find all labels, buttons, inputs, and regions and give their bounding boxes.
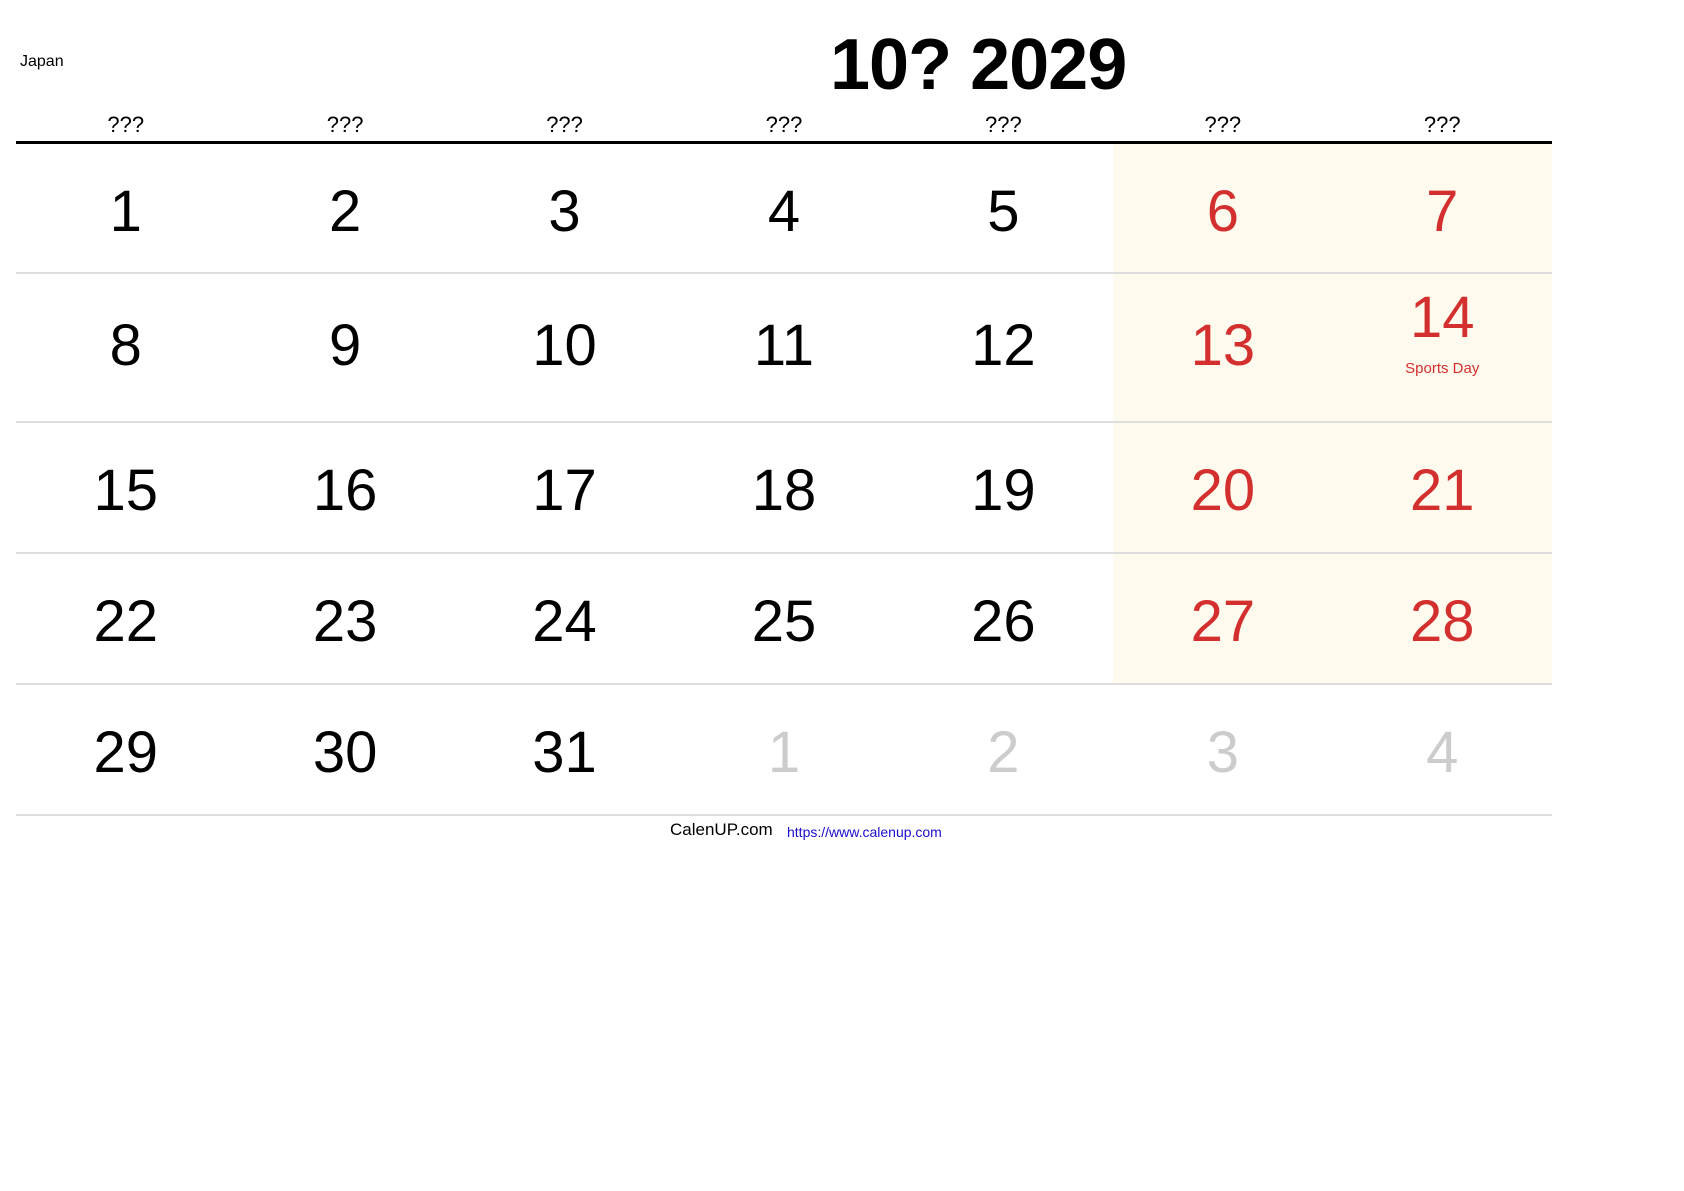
day-cell-other-month: 3 (1113, 685, 1332, 814)
day-number: 17 (532, 458, 597, 523)
calendar-grid: 1 2 3 4 5 6 7 8 9 10 11 12 13 14 Sports Day 15 16 17 18 19 2… (16, 144, 1552, 816)
weekday-label: ??? (326, 112, 364, 137)
day-cell: 17 (455, 423, 674, 552)
day-number: 27 (1190, 589, 1256, 654)
week-row: 1 2 3 4 5 6 7 (16, 144, 1552, 274)
day-cell: 5 (894, 144, 1113, 272)
day-number: 13 (1190, 313, 1256, 378)
day-cell: 4 (674, 144, 893, 272)
day-cell: 25 (674, 554, 893, 683)
day-number: 9 (329, 313, 362, 378)
day-cell: 24 (455, 554, 674, 683)
weekday-label: ??? (107, 112, 145, 137)
day-cell: 11 (674, 274, 893, 421)
day-number: 8 (109, 313, 142, 378)
day-number: 30 (312, 720, 378, 785)
day-number: 12 (971, 313, 1036, 378)
day-number: 5 (987, 179, 1020, 244)
weekday-label: ??? (1204, 112, 1242, 137)
day-cell: 18 (674, 423, 893, 552)
day-cell: 16 (235, 423, 454, 552)
day-number: 21 (1409, 458, 1475, 523)
week-row: 22 23 24 25 26 27 28 (16, 554, 1552, 685)
day-cell-other-month: 1 (674, 685, 893, 814)
day-cell: 1 (16, 144, 235, 272)
day-cell: 26 (894, 554, 1113, 683)
day-number: 7 (1426, 179, 1459, 244)
day-cell-weekend: 20 (1113, 423, 1333, 552)
week-row: 8 9 10 11 12 13 14 Sports Day (16, 274, 1552, 423)
day-number: 1 (767, 720, 801, 785)
holiday-name: Sports Day (1405, 360, 1480, 377)
day-number: 20 (1190, 458, 1256, 523)
day-cell-other-month: 4 (1333, 685, 1552, 814)
weekday-label: ??? (765, 112, 803, 137)
day-cell-weekend: 27 (1113, 554, 1333, 683)
day-number: 11 (753, 313, 815, 378)
day-number: 29 (93, 720, 158, 785)
day-cell-other-month: 2 (894, 685, 1113, 814)
weekday-label: ??? (985, 112, 1022, 137)
day-cell: 23 (235, 554, 454, 683)
day-number: 22 (93, 589, 158, 654)
day-number: 16 (312, 458, 378, 523)
day-cell: 15 (16, 423, 235, 552)
weekday-label: ??? (1423, 112, 1461, 137)
day-cell: 30 (235, 685, 454, 814)
day-cell-weekend: 6 (1113, 144, 1333, 272)
weekday-label: ??? (546, 112, 583, 137)
weekday-header: ??? ??? ??? ??? ??? ??? ??? (16, 111, 1552, 141)
day-number: 15 (93, 458, 158, 523)
day-number: 19 (971, 458, 1036, 523)
day-cell: 19 (894, 423, 1113, 552)
day-cell: 8 (16, 274, 235, 421)
day-number: 10 (532, 313, 597, 378)
day-number: 3 (548, 179, 581, 244)
day-cell: 10 (455, 274, 674, 421)
day-number: 26 (971, 589, 1036, 654)
day-number: 28 (1409, 589, 1475, 654)
day-number: 4 (1426, 720, 1459, 785)
day-number: 14 (1409, 285, 1475, 350)
day-number: 31 (532, 720, 597, 785)
day-number: 2 (329, 179, 362, 244)
day-cell: 22 (16, 554, 235, 683)
footer-brand: CalenUP.com (670, 820, 773, 839)
day-cell-weekend: 28 (1332, 554, 1552, 683)
day-number: 6 (1206, 179, 1239, 244)
month-title: 10? 2029 (830, 25, 1127, 105)
day-number: 18 (751, 458, 817, 523)
day-cell: 3 (455, 144, 674, 272)
day-cell-holiday: 14 Sports Day (1332, 274, 1552, 421)
day-number: 4 (767, 179, 801, 244)
day-number: 25 (751, 589, 817, 654)
day-number: 23 (312, 589, 378, 654)
day-cell: 29 (16, 685, 235, 814)
week-row: 29 30 31 1 2 3 4 (16, 685, 1552, 816)
day-number: 24 (532, 589, 597, 654)
day-cell: 2 (235, 144, 454, 272)
day-number: 3 (1206, 720, 1239, 785)
day-cell: 9 (235, 274, 454, 421)
day-cell-weekend: 13 (1113, 274, 1333, 421)
footer-link[interactable]: https://www.calenup.com (787, 824, 942, 840)
country-label: Japan (20, 53, 64, 70)
day-number: 2 (987, 720, 1020, 785)
week-row: 15 16 17 18 19 20 21 (16, 423, 1552, 554)
day-cell: 31 (455, 685, 674, 814)
day-cell-weekend: 7 (1332, 144, 1552, 272)
day-cell-weekend: 21 (1332, 423, 1552, 552)
day-number: 1 (109, 179, 142, 244)
day-cell: 12 (894, 274, 1113, 421)
